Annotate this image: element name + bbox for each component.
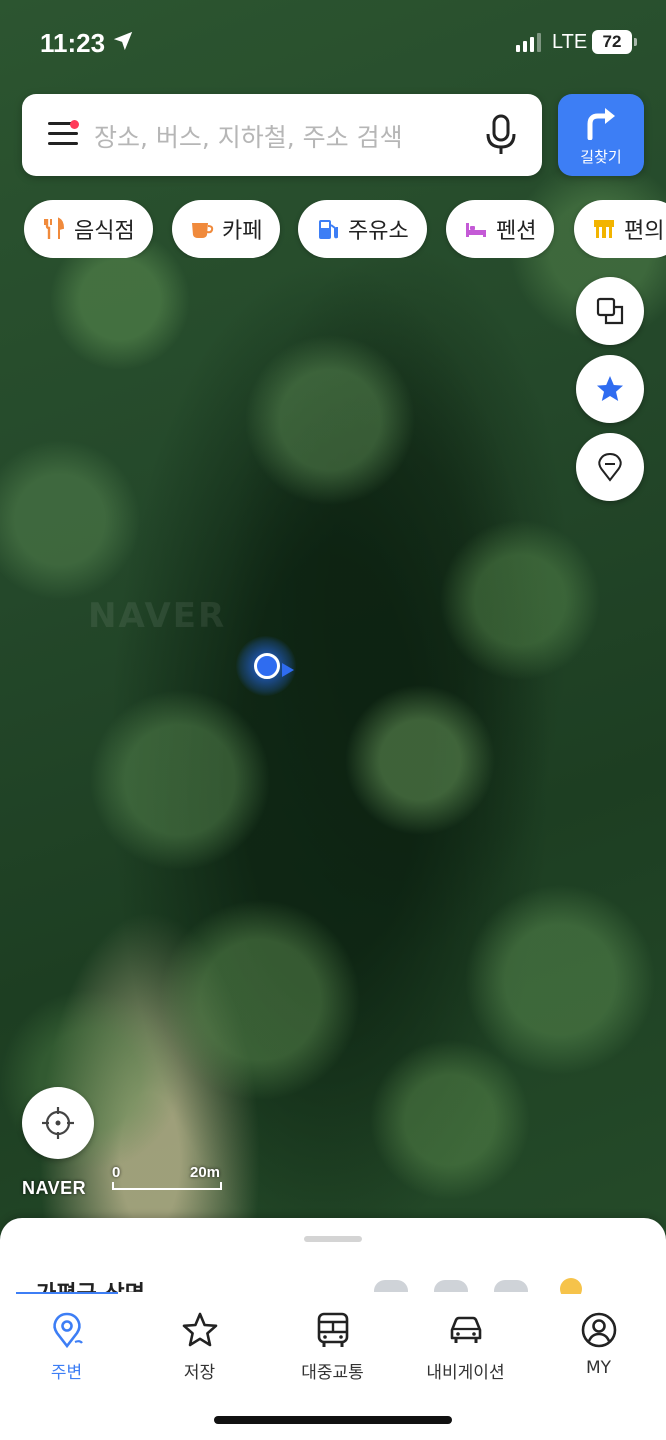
area-title: 가평군 상면: [36, 1276, 145, 1292]
cloud-icon: [434, 1280, 468, 1292]
fork-knife-icon: [44, 217, 65, 239]
bus-icon: [317, 1312, 348, 1347]
home-indicator: [214, 1416, 452, 1424]
tab-label: 저장: [183, 1363, 216, 1383]
star-icon: [597, 376, 623, 401]
place-pin-button[interactable]: [576, 433, 644, 501]
map-pin-icon: [52, 1312, 83, 1349]
store-icon: [594, 220, 614, 238]
chip-convenience[interactable]: 편의: [574, 200, 666, 258]
chip-label: 음식점: [74, 219, 135, 244]
chip-restaurant[interactable]: 음식점: [24, 200, 153, 258]
directions-button[interactable]: 길찾기: [558, 94, 644, 176]
tab-label: 내비게이션: [426, 1363, 505, 1383]
microphone-icon[interactable]: [484, 114, 518, 156]
sheet-drag-handle[interactable]: [304, 1236, 362, 1242]
car-icon: [450, 1316, 481, 1343]
tab-navigation[interactable]: 내비게이션: [399, 1310, 532, 1390]
chip-label: 주유소: [348, 219, 409, 244]
status-bar: 11:23 LTE 72: [0, 0, 666, 86]
category-chips: 음식점 카페 주유소 펜션 편의: [24, 200, 666, 258]
scale-end-label: 20m: [190, 1164, 221, 1181]
tab-label: MY: [585, 1358, 612, 1378]
tab-label: 대중교통: [301, 1363, 364, 1383]
map-scale: 0 20m: [110, 1164, 226, 1192]
chip-cafe[interactable]: 카페: [172, 200, 281, 258]
cloud-icon: [494, 1280, 528, 1292]
naver-logo: NAVER: [22, 1178, 87, 1198]
tab-transit[interactable]: 대중교통: [266, 1310, 399, 1390]
scale-bar: [112, 1182, 222, 1190]
bed-icon: [466, 223, 486, 237]
tab-label: 주변: [50, 1363, 83, 1383]
crosshair-icon: [42, 1107, 74, 1139]
status-time: 11:23: [40, 28, 106, 58]
directions-label: 길찾기: [580, 148, 622, 166]
notification-dot: [70, 120, 79, 129]
coffee-cup-icon: [192, 223, 214, 238]
chip-pension[interactable]: 펜션: [446, 200, 555, 258]
chip-label: 카페: [222, 219, 263, 244]
gas-pump-icon: [319, 220, 338, 239]
location-arrow-icon: [113, 31, 133, 51]
signal-icon: [516, 33, 541, 52]
layers-icon: [596, 297, 624, 325]
chip-label: 펜션: [496, 219, 537, 244]
profile-icon: [581, 1312, 616, 1348]
current-location-dot: [254, 653, 280, 679]
layers-button[interactable]: [576, 277, 644, 345]
map-watermark: NAVER: [88, 596, 227, 636]
chip-gas-station[interactable]: 주유소: [298, 200, 427, 258]
current-location-button[interactable]: [22, 1087, 94, 1159]
heading-arrow-icon: [282, 663, 294, 677]
network-type: LTE: [552, 31, 588, 53]
tab-nearby[interactable]: 주변: [0, 1310, 133, 1390]
map-pin-outline-icon: [598, 452, 622, 482]
favorites-button[interactable]: [576, 355, 644, 423]
turn-right-arrow-icon: [587, 108, 615, 140]
star-outline-icon: [182, 1312, 217, 1347]
battery-icon: 72: [592, 30, 637, 54]
tab-saved[interactable]: 저장: [133, 1310, 266, 1390]
chip-label: 편의: [624, 219, 665, 244]
tab-my[interactable]: MY: [532, 1310, 665, 1390]
search-bar[interactable]: 장소, 버스, 지하철, 주소 검색: [22, 94, 542, 176]
cloud-icon: [374, 1280, 408, 1292]
weather-icons: [372, 1276, 592, 1292]
search-input[interactable]: 장소, 버스, 지하철, 주소 검색: [94, 118, 403, 154]
scale-start-label: 0: [112, 1164, 121, 1181]
